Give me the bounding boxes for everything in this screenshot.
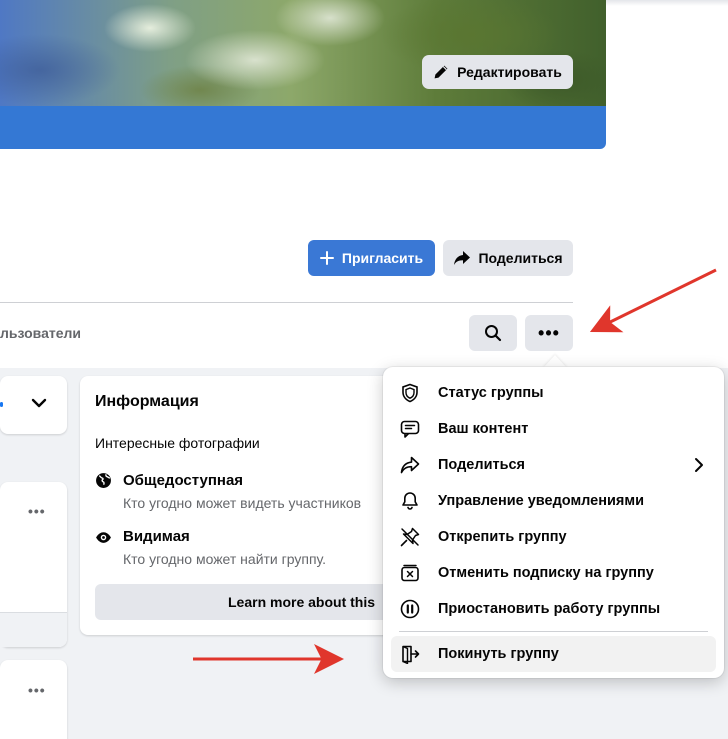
menu-item-label: Статус группы <box>438 385 544 401</box>
edit-cover-button[interactable]: Редактировать <box>422 55 573 89</box>
menu-item-your-content[interactable]: Ваш контент <box>391 411 716 447</box>
visibility-title: Видимая <box>123 528 190 545</box>
pencil-icon <box>434 65 448 79</box>
plus-icon <box>319 251 334 265</box>
invite-label: Пригласить <box>341 250 424 266</box>
bell-icon <box>398 489 422 513</box>
more-dots-icon: ••• <box>538 322 560 343</box>
post-options-icon[interactable]: ••• <box>28 503 46 519</box>
privacy-subtitle: Кто угодно может видеть участников <box>123 495 362 511</box>
chevron-down-icon[interactable] <box>31 397 47 409</box>
share-icon <box>398 453 422 477</box>
unpin-icon <box>398 525 422 549</box>
edit-cover-label: Редактировать <box>457 64 562 80</box>
search-button[interactable] <box>469 315 517 351</box>
leave-icon <box>398 642 422 666</box>
share-arrow-icon <box>454 251 471 265</box>
menu-item-unfollow[interactable]: Отменить подписку на группу <box>391 555 716 591</box>
menu-item-label: Покинуть группу <box>438 646 559 662</box>
learn-more-button[interactable]: Learn more about this <box>95 584 405 620</box>
menu-item-share[interactable]: Поделиться <box>391 447 716 483</box>
eye-icon <box>96 532 111 543</box>
left-card-post-2 <box>0 660 67 739</box>
chevron-right-icon <box>695 458 703 472</box>
tabs-divider <box>0 302 573 303</box>
tab-users[interactable]: льзователи <box>0 325 81 341</box>
share-button[interactable]: Поделиться <box>443 240 573 276</box>
post-options-icon-2[interactable]: ••• <box>28 682 46 698</box>
menu-item-leave-group[interactable]: Покинуть группу <box>391 636 716 672</box>
globe-icon <box>96 473 111 488</box>
visibility-subtitle: Кто угодно может найти группу. <box>123 551 327 567</box>
menu-item-label: Приостановить работу группы <box>438 601 661 617</box>
privacy-title: Общедоступная <box>123 472 244 489</box>
unfollow-icon <box>398 561 422 585</box>
cover-photo <box>0 0 606 106</box>
menu-item-label: Ваш контент <box>438 421 529 437</box>
cover-strip <box>0 106 606 149</box>
share-label: Поделиться <box>478 250 563 266</box>
menu-item-label: Открепить группу <box>438 529 567 545</box>
invite-button[interactable]: Пригласить <box>308 240 435 276</box>
pause-icon <box>398 597 422 621</box>
menu-item-label: Отменить подписку на группу <box>438 565 654 581</box>
menu-item-group-status[interactable]: Статус группы <box>391 375 716 411</box>
group-options-menu: Статус группы Ваш контент Поделиться Упр… <box>383 367 724 678</box>
group-description: Интересные фотографии <box>95 435 260 451</box>
content-icon <box>398 417 422 441</box>
menu-item-notifications[interactable]: Управление уведомлениями <box>391 483 716 519</box>
more-options-button[interactable]: ••• <box>525 315 573 351</box>
menu-item-unpin[interactable]: Открепить группу <box>391 519 716 555</box>
menu-item-label: Поделиться <box>438 457 526 473</box>
info-card: Информация Интересные фотографии Общедос… <box>80 376 405 635</box>
menu-item-label: Управление уведомлениями <box>438 493 645 509</box>
menu-item-pause-group[interactable]: Приостановить работу группы <box>391 591 716 627</box>
info-title: Информация <box>95 393 199 410</box>
search-icon <box>485 325 502 342</box>
shield-icon <box>398 381 422 405</box>
menu-separator <box>399 631 708 632</box>
